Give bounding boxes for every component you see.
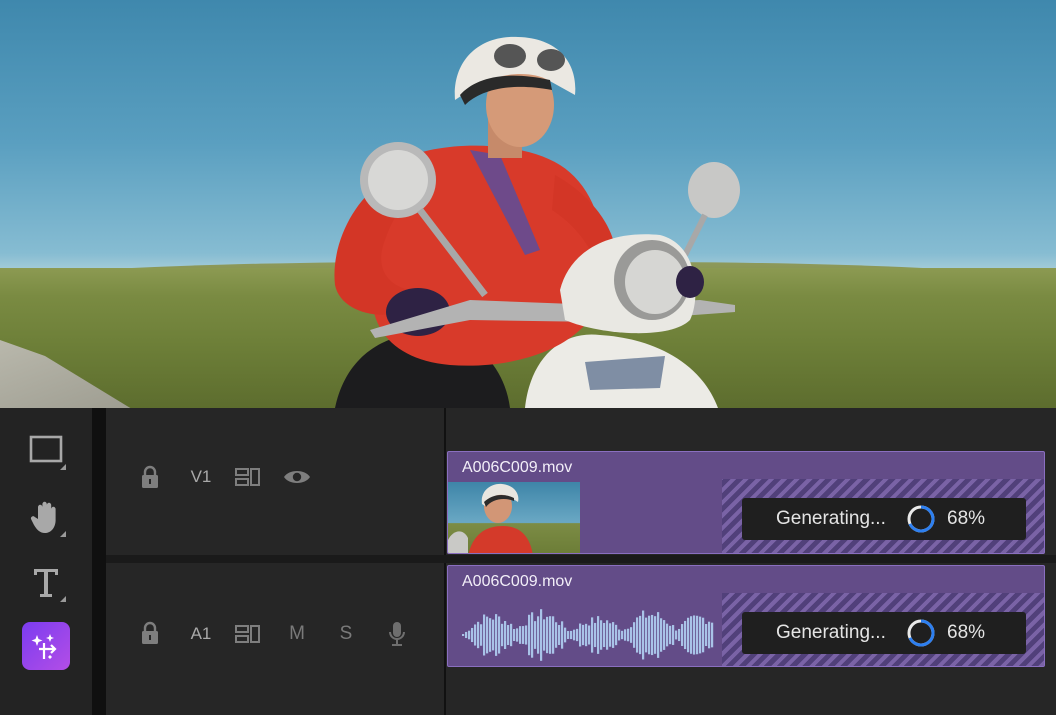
generating-label: Generating... [776,508,886,529]
progress-spinner-icon [907,619,935,647]
clip-name: A006C009.mov [462,459,573,476]
rectangle-tool[interactable] [22,426,70,474]
generating-region: Generating... 68% [722,593,1044,666]
hand-icon [30,501,56,533]
generative-extend-icon [31,634,57,659]
eye-icon[interactable] [282,466,312,488]
sync-lock-icon[interactable] [234,623,262,645]
lock-icon[interactable] [138,620,162,646]
microphone-icon[interactable] [384,620,410,648]
track-label-v1: V1 [190,467,212,486]
generating-status: Generating... 68% [742,498,1026,540]
generating-label: Generating... [776,622,886,643]
scooter-rider [334,36,740,408]
panel-divider[interactable] [92,408,106,715]
progress-spinner-icon [907,505,935,533]
track-label-a1: A1 [190,624,212,643]
tools-panel [0,408,92,715]
video-clip[interactable]: A006C009.mov Generating... 68% [447,451,1045,554]
type-tool[interactable] [22,558,70,606]
audio-clip[interactable]: A006C009.mov Generating... 68% [447,565,1045,667]
solo-button[interactable]: S [334,622,358,646]
generative-extend-tool[interactable] [22,622,70,670]
rectangle-icon [29,435,63,463]
generating-status: Generating... 68% [742,612,1026,654]
track-separator[interactable] [106,555,1056,563]
lock-icon[interactable] [138,464,162,490]
audio-waveform [462,609,714,661]
text-icon [34,569,58,597]
progress-percent: 68% [947,508,986,529]
generating-region: Generating... 68% [722,479,1044,553]
progress-percent: 68% [947,622,986,643]
video-preview [0,0,1056,408]
clip-thumbnail [448,482,580,553]
hand-tool[interactable] [22,493,70,541]
clip-name: A006C009.mov [462,573,573,590]
sync-lock-icon[interactable] [234,466,262,488]
mute-button[interactable]: M [284,622,310,646]
